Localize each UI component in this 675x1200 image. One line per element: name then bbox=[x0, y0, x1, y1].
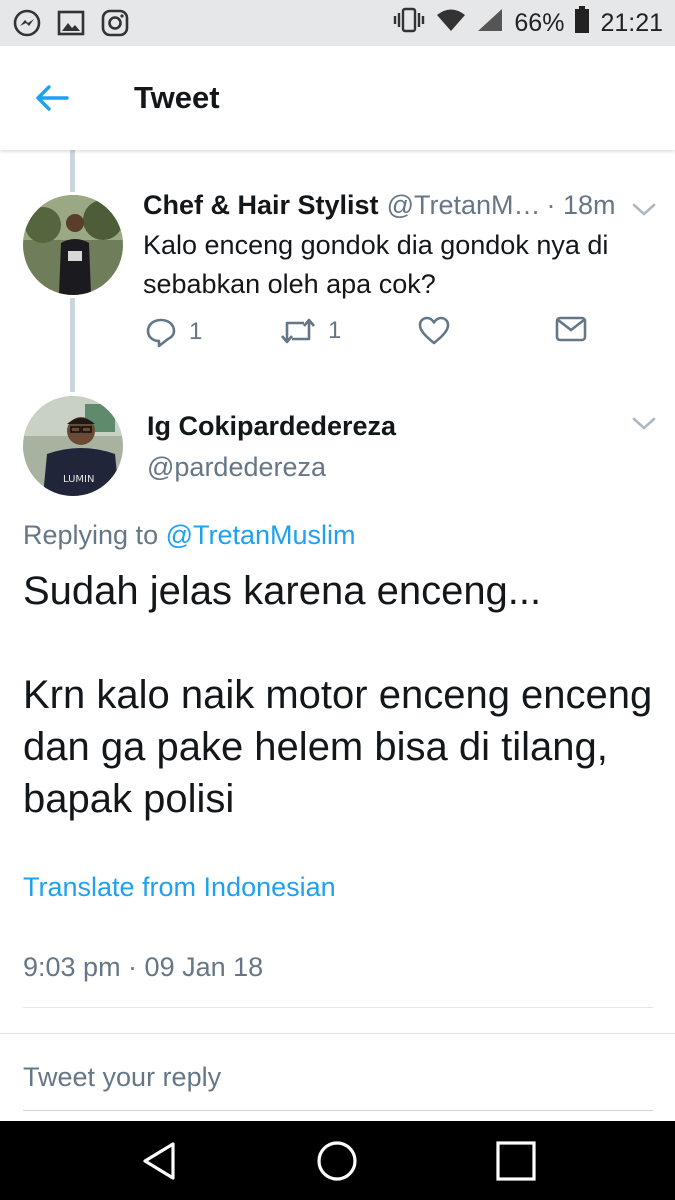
vibrate-icon bbox=[392, 7, 426, 40]
tweet-text: Sudah jelas karena enceng... Krn kalo na… bbox=[23, 565, 663, 877]
battery-icon bbox=[574, 5, 590, 41]
tweet-text-paragraph: Krn kalo naik motor enceng enceng dan ga… bbox=[23, 673, 653, 821]
author-handle[interactable]: @pardedereza bbox=[147, 452, 326, 483]
messenger-icon bbox=[12, 8, 42, 38]
app-header: Tweet bbox=[0, 46, 675, 150]
retweet-icon bbox=[281, 318, 315, 344]
back-arrow-icon bbox=[36, 85, 69, 111]
replying-to-line: Replying to @TretanMuslim bbox=[23, 520, 356, 551]
author-name[interactable]: Ig Cokipardedereza bbox=[147, 411, 396, 442]
tweet-actions: 1 1 bbox=[143, 316, 613, 356]
gallery-icon bbox=[56, 8, 86, 38]
instagram-icon bbox=[100, 8, 130, 38]
avatar[interactable] bbox=[23, 195, 123, 295]
reply-icon bbox=[146, 318, 176, 348]
tweet-timestamp: 9:03 pm · 09 Jan 18 bbox=[23, 952, 264, 982]
translate-link[interactable]: Translate from Indonesian bbox=[23, 872, 336, 903]
system-nav-bar bbox=[0, 1121, 675, 1200]
nav-home-button[interactable] bbox=[297, 1121, 377, 1200]
status-bar: 66% 21:21 bbox=[0, 0, 675, 46]
thread-line bbox=[70, 298, 75, 392]
back-button[interactable] bbox=[22, 68, 82, 128]
author-name[interactable]: Chef & Hair Stylist bbox=[143, 190, 379, 221]
parent-tweet-header: Chef & Hair Stylist @TretanM… · 18m bbox=[143, 190, 643, 221]
reply-button[interactable]: 1 bbox=[145, 316, 202, 348]
circle-home-icon bbox=[317, 1140, 357, 1181]
parent-tweet-text: Kalo enceng gondok dia gondok nya di seb… bbox=[143, 230, 609, 299]
reply-input-underline bbox=[23, 1110, 653, 1111]
signal-icon bbox=[476, 7, 504, 40]
page-title: Tweet bbox=[134, 80, 220, 115]
tweet-time: · 18m bbox=[546, 190, 616, 220]
square-recents-icon bbox=[496, 1140, 536, 1181]
reply-count: 1 bbox=[189, 318, 203, 345]
author-handle[interactable]: @TretanM… bbox=[387, 190, 541, 221]
divider bbox=[23, 1007, 653, 1008]
thread-line bbox=[70, 150, 75, 192]
direct-message-button[interactable] bbox=[555, 316, 587, 342]
retweet-count: 1 bbox=[328, 317, 342, 344]
like-button[interactable] bbox=[418, 316, 450, 346]
nav-back-button[interactable] bbox=[119, 1121, 199, 1200]
tweet-text-paragraph: Sudah jelas karena enceng... bbox=[23, 569, 542, 613]
reply-input[interactable]: Tweet your reply bbox=[23, 1062, 221, 1093]
battery-percent: 66% bbox=[514, 8, 565, 37]
divider bbox=[0, 1033, 675, 1034]
clock: 21:21 bbox=[600, 8, 663, 37]
avatar[interactable]: LUMIN bbox=[23, 396, 123, 496]
triangle-back-icon bbox=[143, 1141, 175, 1180]
chevron-down-icon[interactable] bbox=[630, 200, 658, 220]
heart-icon bbox=[418, 316, 450, 345]
wifi-icon bbox=[436, 7, 466, 40]
chevron-down-icon[interactable] bbox=[630, 414, 658, 434]
envelope-icon bbox=[555, 316, 587, 342]
nav-recents-button[interactable] bbox=[476, 1121, 556, 1200]
retweet-button[interactable]: 1 bbox=[280, 316, 341, 346]
replying-to-label: Replying to bbox=[23, 520, 159, 550]
svg-text:LUMIN: LUMIN bbox=[63, 474, 94, 485]
mention-link[interactable]: @TretanMuslim bbox=[166, 520, 356, 550]
